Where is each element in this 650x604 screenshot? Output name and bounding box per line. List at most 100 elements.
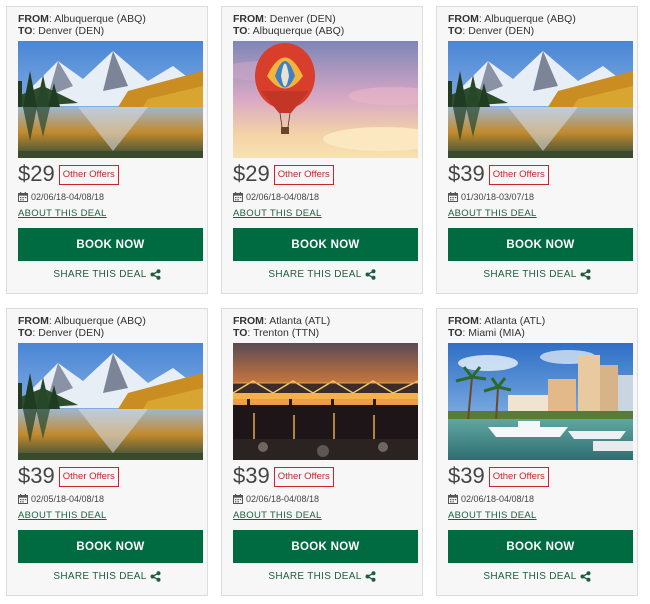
book-now-button[interactable]: BOOK NOW <box>233 228 418 261</box>
book-now-button[interactable]: BOOK NOW <box>448 530 633 563</box>
price-row: $39 Other Offers <box>448 463 626 489</box>
route-from: FROM: Albuquerque (ABQ) <box>448 13 576 25</box>
share-icon <box>580 571 591 582</box>
travel-dates: 02/05/18-04/08/18 <box>18 493 196 505</box>
price-row: $39 Other Offers <box>448 161 626 187</box>
from-label: FROM <box>233 13 264 25</box>
route-from: FROM: Atlanta (ATL) <box>233 315 331 327</box>
about-deal-link[interactable]: ABOUT THIS DEAL <box>18 510 196 521</box>
price: $39 <box>233 463 270 488</box>
deal-card-5: FROM: Atlanta (ATL) TO: Trenton (TTN) $3… <box>221 308 423 596</box>
price: $39 <box>448 161 485 186</box>
from-city: Albuquerque (ABQ) <box>54 13 146 25</box>
from-label: FROM <box>233 315 264 327</box>
book-now-button[interactable]: BOOK NOW <box>18 228 203 261</box>
from-city: Albuquerque (ABQ) <box>54 315 146 327</box>
route-from: FROM: Albuquerque (ABQ) <box>18 13 146 25</box>
calendar-icon <box>448 494 458 504</box>
travel-dates: 02/06/18-04/08/18 <box>448 493 626 505</box>
to-label: TO <box>448 327 463 339</box>
calendar-icon <box>448 192 458 202</box>
share-icon <box>365 571 376 582</box>
price-row: $29 Other Offers <box>233 161 411 187</box>
deal-card-1: FROM: Albuquerque (ABQ) TO: Denver (DEN)… <box>6 6 208 294</box>
route-to: TO: Denver (DEN) <box>18 327 105 339</box>
to-label: TO <box>233 25 248 37</box>
share-icon <box>365 269 376 280</box>
bridge-night-photo <box>233 343 418 460</box>
to-city: Denver (DEN) <box>468 25 535 37</box>
to-label: TO <box>233 327 248 339</box>
mountain-lake-photo <box>18 41 203 158</box>
deals-grid: FROM: Albuquerque (ABQ) TO: Denver (DEN)… <box>0 0 650 604</box>
about-deal-link[interactable]: ABOUT THIS DEAL <box>233 208 411 219</box>
travel-dates: 02/06/18-04/08/18 <box>233 191 411 203</box>
about-deal-link[interactable]: ABOUT THIS DEAL <box>448 208 626 219</box>
calendar-icon <box>233 494 243 504</box>
miami-marina-photo <box>448 343 633 460</box>
share-deal-link[interactable]: SHARE THIS DEAL <box>18 571 196 582</box>
share-deal-link[interactable]: SHARE THIS DEAL <box>448 269 626 280</box>
route-from: FROM: Albuquerque (ABQ) <box>18 315 146 327</box>
travel-dates: 01/30/18-03/07/18 <box>448 191 626 203</box>
share-label: SHARE THIS DEAL <box>53 269 147 280</box>
book-now-button[interactable]: BOOK NOW <box>448 228 633 261</box>
from-label: FROM <box>18 315 49 327</box>
hot-air-balloon-photo <box>233 41 418 158</box>
dates-text: 02/06/18-04/08/18 <box>246 494 320 504</box>
mountain-lake-photo <box>18 343 203 460</box>
dates-text: 02/06/18-04/08/18 <box>461 494 535 504</box>
share-deal-link[interactable]: SHARE THIS DEAL <box>233 269 411 280</box>
other-offers-link[interactable]: Other Offers <box>273 467 334 487</box>
deal-card-4: FROM: Albuquerque (ABQ) TO: Denver (DEN)… <box>6 308 208 596</box>
share-label: SHARE THIS DEAL <box>268 269 362 280</box>
from-label: FROM <box>448 315 479 327</box>
about-deal-link[interactable]: ABOUT THIS DEAL <box>448 510 626 521</box>
other-offers-link[interactable]: Other Offers <box>58 165 119 185</box>
deal-card-2: FROM: Denver (DEN) TO: Albuquerque (ABQ)… <box>221 6 423 294</box>
from-city: Albuquerque (ABQ) <box>484 13 576 25</box>
route-to: TO: Denver (DEN) <box>18 25 105 37</box>
share-label: SHARE THIS DEAL <box>268 571 362 582</box>
travel-dates: 02/06/18-04/08/18 <box>233 493 411 505</box>
to-city: Trenton (TTN) <box>253 327 320 339</box>
to-label: TO <box>448 25 463 37</box>
book-now-button[interactable]: BOOK NOW <box>233 530 418 563</box>
price-row: $39 Other Offers <box>18 463 196 489</box>
other-offers-link[interactable]: Other Offers <box>488 467 549 487</box>
travel-dates: 02/06/18-04/08/18 <box>18 191 196 203</box>
other-offers-link[interactable]: Other Offers <box>58 467 119 487</box>
dates-text: 02/06/18-04/08/18 <box>31 192 105 202</box>
from-city: Denver (DEN) <box>269 13 336 25</box>
from-label: FROM <box>18 13 49 25</box>
share-label: SHARE THIS DEAL <box>483 571 577 582</box>
from-city: Atlanta (ATL) <box>484 315 546 327</box>
share-label: SHARE THIS DEAL <box>483 269 577 280</box>
share-deal-link[interactable]: SHARE THIS DEAL <box>448 571 626 582</box>
mountain-lake-photo <box>448 41 633 158</box>
to-city: Denver (DEN) <box>38 327 105 339</box>
calendar-icon <box>18 494 28 504</box>
share-icon <box>150 269 161 280</box>
from-label: FROM <box>448 13 479 25</box>
to-city: Albuquerque (ABQ) <box>252 25 345 37</box>
deal-card-3: FROM: Albuquerque (ABQ) TO: Denver (DEN)… <box>436 6 638 294</box>
route-from: FROM: Denver (DEN) <box>233 13 336 25</box>
route-to: TO: Trenton (TTN) <box>233 327 320 339</box>
share-icon <box>580 269 591 280</box>
share-deal-link[interactable]: SHARE THIS DEAL <box>18 269 196 280</box>
price-row: $39 Other Offers <box>233 463 411 489</box>
other-offers-link[interactable]: Other Offers <box>488 165 549 185</box>
about-deal-link[interactable]: ABOUT THIS DEAL <box>18 208 196 219</box>
other-offers-link[interactable]: Other Offers <box>273 165 334 185</box>
book-now-button[interactable]: BOOK NOW <box>18 530 203 563</box>
price-row: $29 Other Offers <box>18 161 196 187</box>
share-deal-link[interactable]: SHARE THIS DEAL <box>233 571 411 582</box>
dates-text: 02/05/18-04/08/18 <box>31 494 105 504</box>
route-to: TO: Denver (DEN) <box>448 25 535 37</box>
about-deal-link[interactable]: ABOUT THIS DEAL <box>233 510 411 521</box>
dates-text: 01/30/18-03/07/18 <box>461 192 535 202</box>
price: $29 <box>18 161 55 186</box>
to-label: TO <box>18 327 33 339</box>
deal-card-6: FROM: Atlanta (ATL) TO: Miami (MIA) $39 … <box>436 308 638 596</box>
